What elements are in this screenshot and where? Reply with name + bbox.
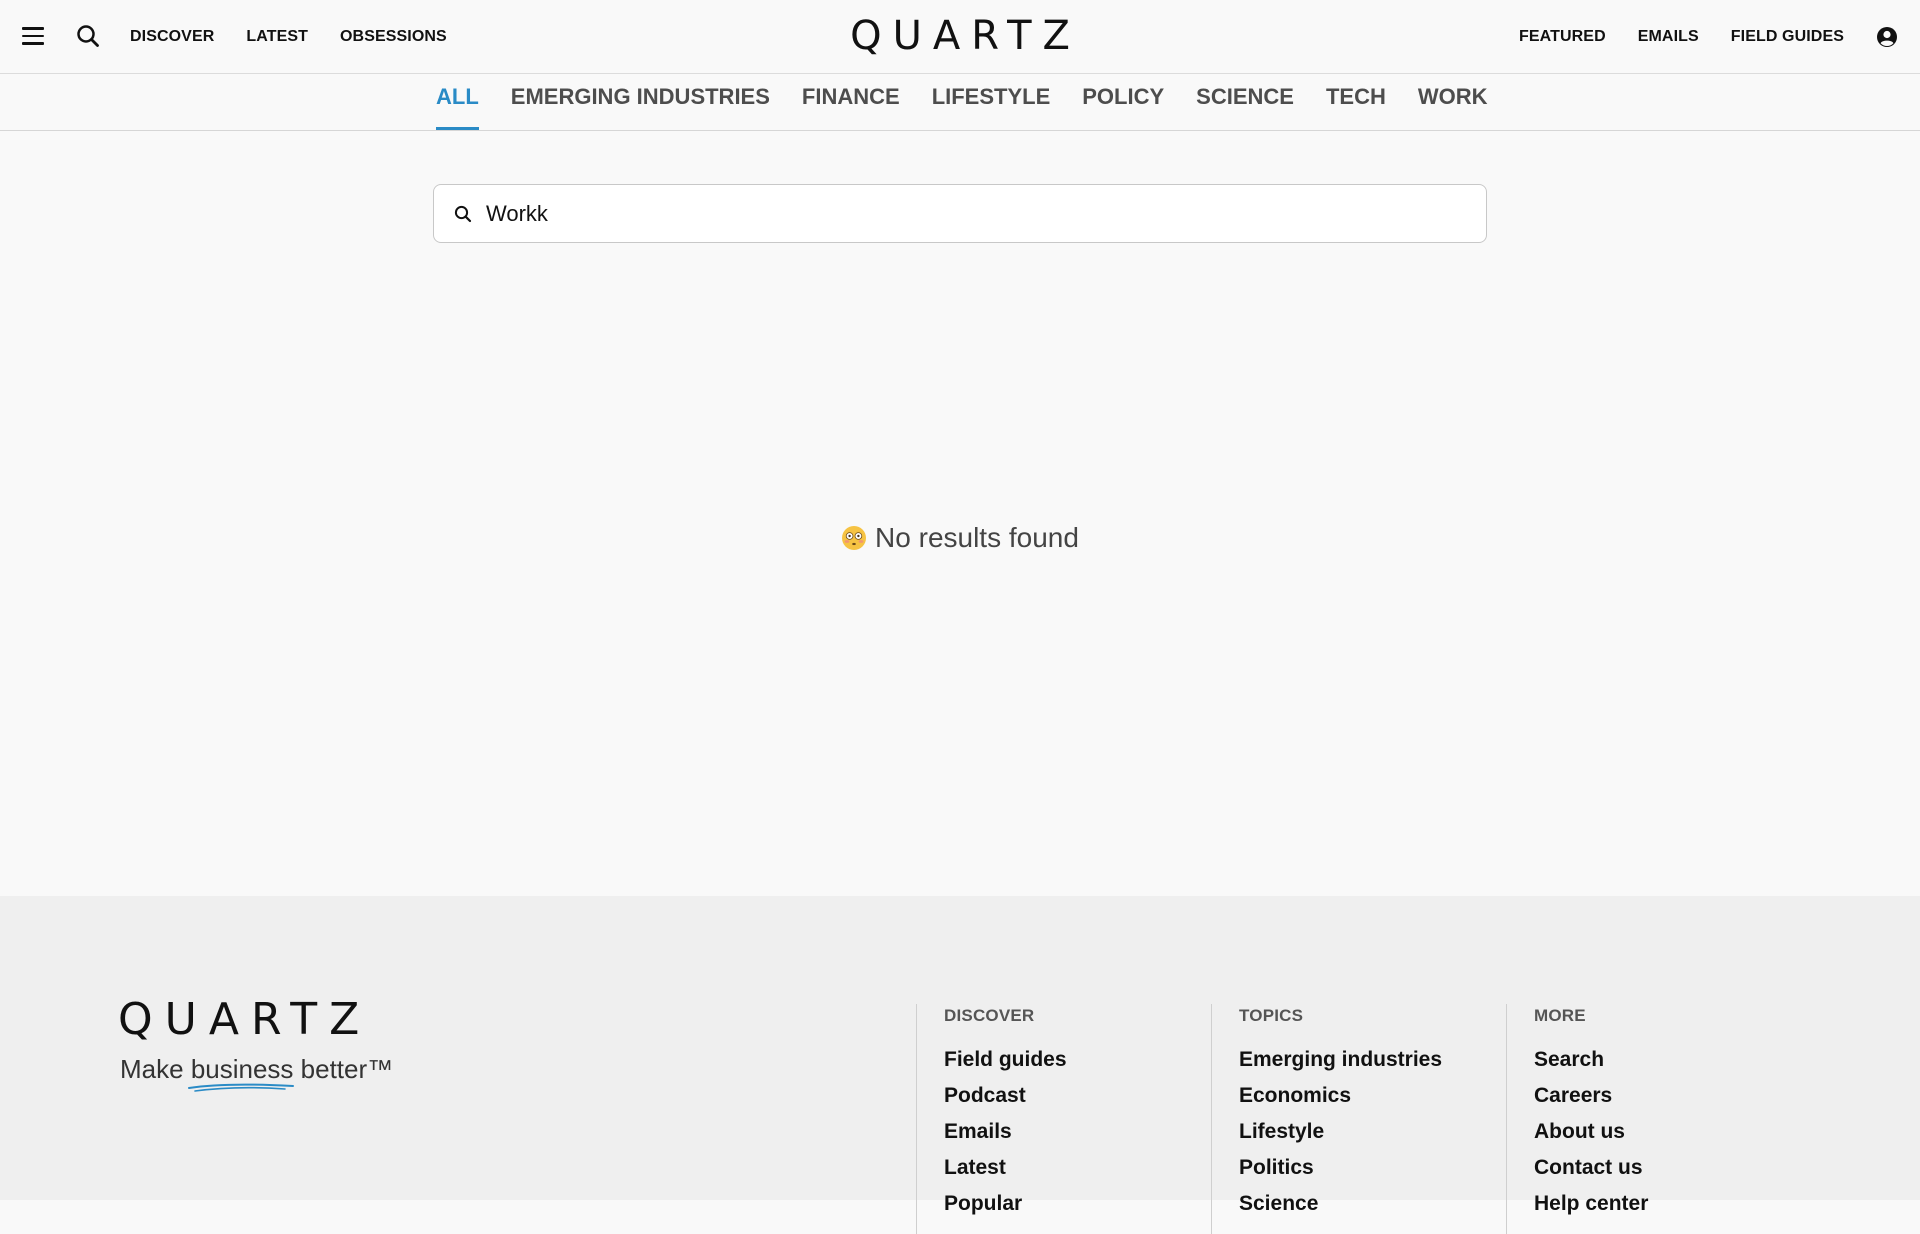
tagline-underlined-text: business	[190, 1054, 294, 1084]
tagline: Make business better™	[120, 1054, 394, 1092]
footer-link-podcast[interactable]: Podcast	[944, 1078, 1067, 1114]
search-input-icon	[454, 205, 472, 222]
footer-heading: TOPICS	[1239, 1006, 1304, 1025]
flushed-face-icon	[842, 526, 867, 550]
logo-text[interactable]: QUARTZ	[839, 12, 1081, 60]
tagline-end: better™	[293, 1054, 394, 1084]
footer-heading: MORE	[1534, 1006, 1586, 1025]
tab-emerging-industries[interactable]: EMERGING INDUSTRIES	[511, 74, 770, 130]
footer: QUARTZ Make business better™ DISCOVER Fi…	[0, 896, 1920, 1234]
footer-logo[interactable]: QUARTZ	[118, 996, 371, 1044]
footer-link-lifestyle[interactable]: Lifestyle	[1239, 1114, 1442, 1150]
tagline-start: Make	[120, 1054, 191, 1084]
tab-policy[interactable]: POLICY	[1082, 74, 1164, 130]
secondary-nav: FEATURED EMAILS FIELD GUIDES	[1519, 0, 1844, 74]
footer-link-popular[interactable]: Popular	[944, 1186, 1067, 1222]
footer-link-emails[interactable]: Emails	[944, 1114, 1067, 1150]
nav-emails[interactable]: EMAILS	[1638, 28, 1699, 46]
footer-link-science[interactable]: Science	[1239, 1186, 1442, 1222]
footer-link-careers[interactable]: Careers	[1534, 1078, 1648, 1114]
tab-all[interactable]: ALL	[436, 74, 479, 130]
footer-link-about-us[interactable]: About us	[1534, 1114, 1648, 1150]
search-input[interactable]	[484, 193, 1444, 234]
account-icon[interactable]	[1876, 26, 1898, 48]
no-results-text: No results found	[875, 522, 1079, 553]
footer-link-emerging-industries[interactable]: Emerging industries	[1239, 1042, 1442, 1078]
nav-field-guides[interactable]: FIELD GUIDES	[1731, 28, 1844, 46]
footer-link-economics[interactable]: Economics	[1239, 1078, 1442, 1114]
footer-link-latest[interactable]: Latest	[944, 1150, 1067, 1186]
tab-work[interactable]: WORK	[1418, 74, 1488, 130]
footer-link-contact-us[interactable]: Contact us	[1534, 1150, 1648, 1186]
tagline-underlined-word: business	[187, 1054, 294, 1092]
footer-heading: DISCOVER	[944, 1006, 1035, 1025]
footer-link-help-center[interactable]: Help center	[1534, 1186, 1648, 1222]
nav-featured[interactable]: FEATURED	[1519, 28, 1606, 46]
footer-link-search[interactable]: Search	[1534, 1042, 1648, 1078]
category-tabs: ALL EMERGING INDUSTRIES FINANCE LIFESTYL…	[0, 74, 1920, 131]
tab-tech[interactable]: TECH	[1326, 74, 1386, 130]
tab-finance[interactable]: FINANCE	[802, 74, 900, 130]
top-header: DISCOVER LATEST OBSESSIONS QUARTZ FEATUR…	[0, 0, 1920, 74]
tab-lifestyle[interactable]: LIFESTYLE	[932, 74, 1051, 130]
footer-link-field-guides[interactable]: Field guides	[944, 1042, 1067, 1078]
search-box[interactable]	[433, 184, 1487, 243]
tab-science[interactable]: SCIENCE	[1196, 74, 1294, 130]
empty-state: No results found	[0, 522, 1920, 554]
footer-link-politics[interactable]: Politics	[1239, 1150, 1442, 1186]
